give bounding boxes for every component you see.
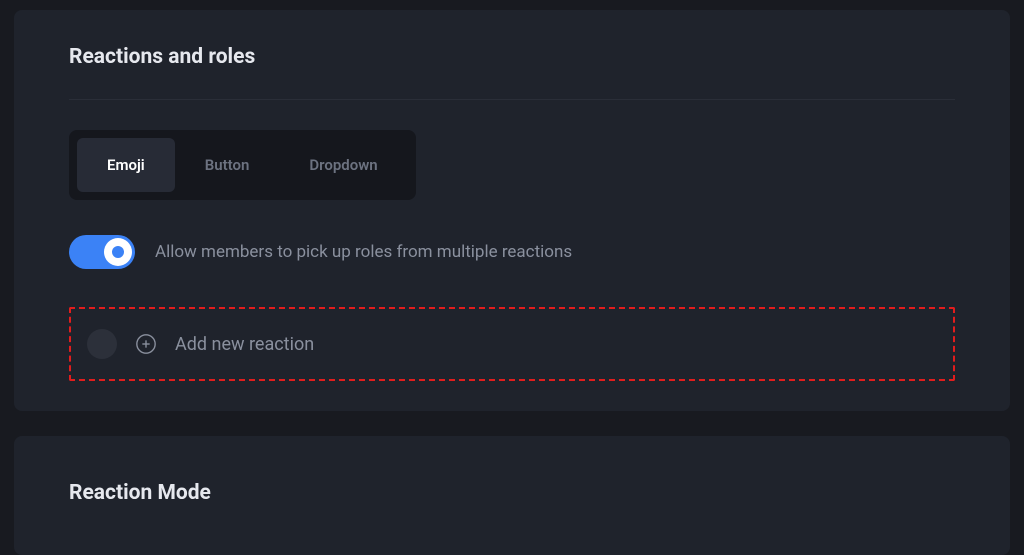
multiple-reactions-toggle[interactable] <box>69 235 135 269</box>
section-title: Reaction Mode <box>69 481 955 505</box>
tab-label: Emoji <box>107 156 145 174</box>
toggle-knob-inner <box>112 246 124 258</box>
tab-dropdown[interactable]: Dropdown <box>279 138 407 192</box>
plus-circle-icon <box>135 333 157 355</box>
multiple-reactions-toggle-row: Allow members to pick up roles from mult… <box>69 235 955 269</box>
add-reaction-label: Add new reaction <box>175 334 314 355</box>
divider <box>69 99 955 100</box>
toggle-label: Allow members to pick up roles from mult… <box>155 242 572 262</box>
tab-label: Dropdown <box>309 156 377 174</box>
tab-label: Button <box>205 156 250 174</box>
reactions-and-roles-panel: Reactions and roles Emoji Button Dropdow… <box>14 10 1010 411</box>
tab-emoji[interactable]: Emoji <box>77 138 175 192</box>
section-title: Reactions and roles <box>69 45 955 69</box>
tab-button[interactable]: Button <box>175 138 280 192</box>
reaction-mode-panel: Reaction Mode <box>14 436 1010 555</box>
reaction-type-tabs: Emoji Button Dropdown <box>69 130 416 200</box>
emoji-placeholder-icon <box>87 329 117 359</box>
add-reaction-row[interactable]: Add new reaction <box>69 307 955 381</box>
toggle-knob <box>104 238 132 266</box>
